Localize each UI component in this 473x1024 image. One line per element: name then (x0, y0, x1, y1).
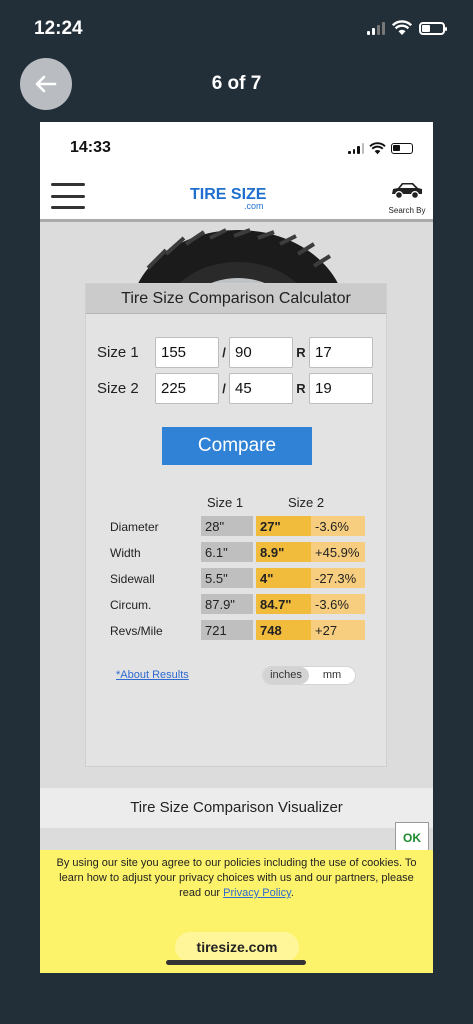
result-difference: -3.6% (311, 516, 365, 536)
result-difference: -27.3% (311, 568, 365, 588)
os-clock: 12:24 (34, 18, 83, 39)
inner-wifi-icon (369, 142, 386, 155)
compare-button[interactable]: Compare (162, 427, 312, 465)
site-address-pill[interactable]: tiresize.com (175, 932, 299, 962)
size2-ratio-input[interactable]: 45 (229, 373, 293, 404)
unit-inches-option[interactable]: inches (263, 667, 309, 684)
search-by-label: Search By (388, 206, 426, 215)
rim-separator: R (296, 345, 306, 360)
inner-battery-icon (391, 143, 413, 154)
cookie-text: By using our site you agree to our polic… (54, 856, 419, 901)
menu-icon[interactable] (51, 183, 85, 209)
inner-status-icons (348, 142, 413, 155)
results-row: Circum. 87.9" 84.7" -3.6% (86, 594, 388, 616)
cookie-banner: By using our site you agree to our polic… (40, 850, 433, 973)
size1-width-input[interactable]: 155 (155, 337, 219, 368)
site-logo[interactable]: TIRE SIZE .com (190, 184, 285, 212)
size2-rim-input[interactable]: 19 (309, 373, 373, 404)
inner-status-bar: 14:33 (40, 122, 433, 174)
privacy-policy-link[interactable]: Privacy Policy (223, 887, 291, 899)
result-size2-value: 84.7" (256, 594, 311, 614)
about-results-link[interactable]: *About Results (116, 669, 189, 681)
size1-rim-input[interactable]: 17 (309, 337, 373, 368)
screenshot-frame: 14:33 TIRE SIZE .com Search By Tire Size… (40, 122, 433, 973)
results-row: Width 6.1" 8.9" +45.9% (86, 542, 388, 564)
rim-separator: R (296, 381, 306, 396)
inner-clock: 14:33 (70, 139, 111, 156)
unit-toggle: inches mm (262, 666, 356, 685)
cellular-signal-icon (367, 21, 385, 35)
size1-row: Size 1 155 / 90 R 17 (97, 337, 373, 368)
result-difference: +45.9% (311, 542, 365, 562)
result-label: Width (110, 546, 141, 560)
result-size1-value: 28" (201, 516, 253, 536)
result-size1-value: 87.9" (201, 594, 253, 614)
results-header-size2: Size 2 (288, 495, 325, 510)
logo-subtext: .com (244, 201, 264, 211)
result-size1-value: 721 (201, 620, 253, 640)
size2-label: Size 2 (97, 380, 139, 397)
size2-row: Size 2 225 / 45 R 19 (97, 373, 373, 404)
home-indicator[interactable] (166, 960, 306, 965)
cookie-period: . (290, 887, 294, 899)
result-size1-value: 6.1" (201, 542, 253, 562)
slash-separator: / (222, 381, 226, 396)
result-label: Sidewall (110, 572, 155, 586)
site-header: TIRE SIZE .com Search By (40, 174, 433, 222)
slash-separator: / (222, 345, 226, 360)
results-row: Diameter 28" 27" -3.6% (86, 516, 388, 538)
inner-cellular-icon (348, 143, 364, 154)
result-label: Circum. (110, 598, 152, 612)
result-size2-value: 748 (256, 620, 311, 640)
page-counter: 6 of 7 (211, 73, 262, 94)
result-size1-value: 5.5" (201, 568, 253, 588)
os-status-bar: 12:24 (0, 0, 473, 56)
result-label: Diameter (110, 520, 159, 534)
unit-mm-option[interactable]: mm (309, 667, 355, 684)
comparison-calculator: Tire Size Comparison Calculator Size 1 1… (85, 283, 387, 767)
results-row: Revs/Mile 721 748 +27 (86, 620, 388, 642)
results-header-size1: Size 1 (207, 495, 244, 510)
result-size2-value: 27" (256, 516, 311, 536)
wifi-icon (392, 20, 412, 35)
size1-ratio-input[interactable]: 90 (229, 337, 293, 368)
os-status-icons (367, 20, 447, 36)
result-label: Revs/Mile (110, 624, 163, 638)
size2-width-input[interactable]: 225 (155, 373, 219, 404)
battery-icon (419, 21, 447, 35)
results-row: Sidewall 5.5" 4" -27.3% (86, 568, 388, 590)
size1-label: Size 1 (97, 344, 139, 361)
result-size2-value: 4" (256, 568, 311, 588)
visualizer-section-title[interactable]: Tire Size Comparison Visualizer (40, 788, 433, 828)
result-size2-value: 8.9" (256, 542, 311, 562)
calculator-title: Tire Size Comparison Calculator (86, 284, 386, 314)
search-by-button[interactable]: Search By (387, 180, 427, 215)
result-difference: -3.6% (311, 594, 365, 614)
result-difference: +27 (311, 620, 365, 640)
car-icon (392, 183, 422, 200)
